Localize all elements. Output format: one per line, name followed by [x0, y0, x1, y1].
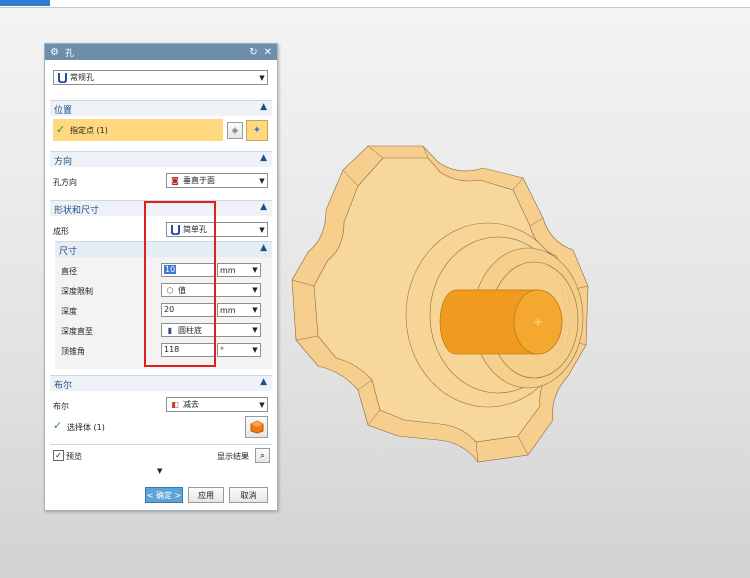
diameter-unit-select[interactable]: mm ▼	[217, 263, 261, 277]
chevron-down-icon: ▼	[259, 225, 265, 234]
check-icon: ✓	[56, 123, 66, 136]
depth-label: 深度	[61, 307, 77, 316]
section-shape-label: 形状和尺寸	[54, 206, 100, 216]
section-direction-header[interactable]: 方向 ▲	[50, 151, 272, 167]
point-dialog-button[interactable]: ✦	[246, 120, 268, 141]
depth-limit-label: 深度限制	[61, 287, 93, 296]
section-position-header[interactable]: 位置 ▲	[50, 100, 272, 116]
hole-type-value: 常规孔	[70, 73, 94, 82]
divider	[50, 444, 272, 445]
chevron-down-icon: ▼	[252, 286, 258, 294]
collapse-icon: ▲	[260, 243, 267, 253]
chevron-down-icon: ▼	[252, 346, 258, 354]
collapse-icon: ▲	[260, 377, 267, 387]
hole-direction-label: 孔方向	[53, 178, 77, 187]
specify-point-label: 指定点 (1)	[70, 126, 108, 135]
boolean-label: 布尔	[53, 402, 69, 411]
apply-button-label: 应用	[198, 490, 214, 500]
tip-angle-unit: °	[220, 345, 224, 355]
hole-direction-value: 垂直于面	[183, 176, 215, 185]
dialog-title: 孔	[64, 48, 74, 59]
tip-angle-unit-select[interactable]: ° ▼	[217, 343, 261, 357]
annotation-box	[144, 201, 216, 367]
collapse-icon: ▲	[260, 153, 267, 163]
sketch-point-button[interactable]: ◈	[227, 122, 243, 139]
hole-type-icon	[57, 72, 67, 83]
boolean-value: 减去	[183, 400, 199, 409]
depth-unit-select[interactable]: mm ▼	[217, 303, 261, 317]
close-icon[interactable]: ✕	[264, 47, 272, 58]
check-icon: ✓	[53, 419, 63, 432]
section-boolean-header[interactable]: 布尔 ▲	[50, 375, 272, 391]
collapse-icon: ▲	[260, 102, 267, 112]
hole-direction-select[interactable]: ◙ 垂直于面 ▼	[166, 173, 268, 188]
expand-more-icon[interactable]: ▼	[157, 467, 162, 475]
diameter-label: 直径	[61, 267, 77, 276]
cancel-button[interactable]: 取消	[229, 487, 268, 503]
reset-icon[interactable]: ↻	[249, 47, 257, 58]
section-direction-label: 方向	[54, 157, 73, 167]
chevron-down-icon: ▼	[252, 266, 258, 274]
ok-button-label: < 确定 >	[146, 490, 182, 500]
gear-icon[interactable]: ⚙	[50, 47, 59, 58]
select-body-label: 选择体 (1)	[67, 423, 105, 432]
cancel-button-label: 取消	[240, 490, 257, 500]
chevron-down-icon: ▼	[259, 73, 265, 82]
chevron-down-icon: ▼	[252, 326, 258, 334]
form-label: 成形	[53, 227, 69, 236]
knob-3d-model[interactable]	[288, 140, 608, 470]
show-result-label: 显示结果	[217, 452, 249, 461]
depth-to-label: 深度直至	[61, 327, 93, 336]
hole-type-select[interactable]: 常规孔 ▼	[53, 70, 268, 85]
top-bar	[0, 0, 750, 8]
chevron-down-icon: ▼	[259, 400, 265, 409]
specify-point-row[interactable]: ✓ 指定点 (1)	[53, 119, 223, 141]
select-body-button[interactable]	[245, 416, 268, 438]
sketch-icon: ◈	[231, 125, 239, 136]
show-result-button[interactable]: ⌕	[255, 448, 270, 463]
normal-to-face-icon: ◙	[171, 176, 179, 185]
chevron-down-icon: ▼	[259, 176, 265, 185]
section-position-label: 位置	[54, 106, 73, 116]
document-tab[interactable]	[0, 0, 50, 6]
apply-button[interactable]: 应用	[188, 487, 224, 503]
subsection-dims-label: 尺寸	[59, 247, 78, 257]
chevron-down-icon: ▼	[252, 306, 258, 314]
magnifier-icon: ⌕	[259, 450, 266, 461]
point-constructor-icon: ✦	[252, 125, 262, 136]
preview-checkbox[interactable]: ✓	[53, 450, 64, 461]
subtract-icon: ◧	[171, 400, 179, 409]
tip-angle-label: 顶锥角	[61, 347, 85, 356]
ok-button[interactable]: < 确定 >	[145, 487, 183, 503]
diameter-unit: mm	[220, 265, 236, 275]
depth-unit: mm	[220, 305, 236, 315]
preview-label: 预览	[66, 452, 82, 461]
boolean-select[interactable]: ◧ 减去 ▼	[166, 397, 268, 412]
dialog-titlebar: ⚙ 孔 ↻ ✕	[45, 44, 277, 60]
section-boolean-label: 布尔	[54, 381, 73, 391]
solid-body-icon	[250, 420, 263, 434]
collapse-icon: ▲	[260, 202, 267, 212]
